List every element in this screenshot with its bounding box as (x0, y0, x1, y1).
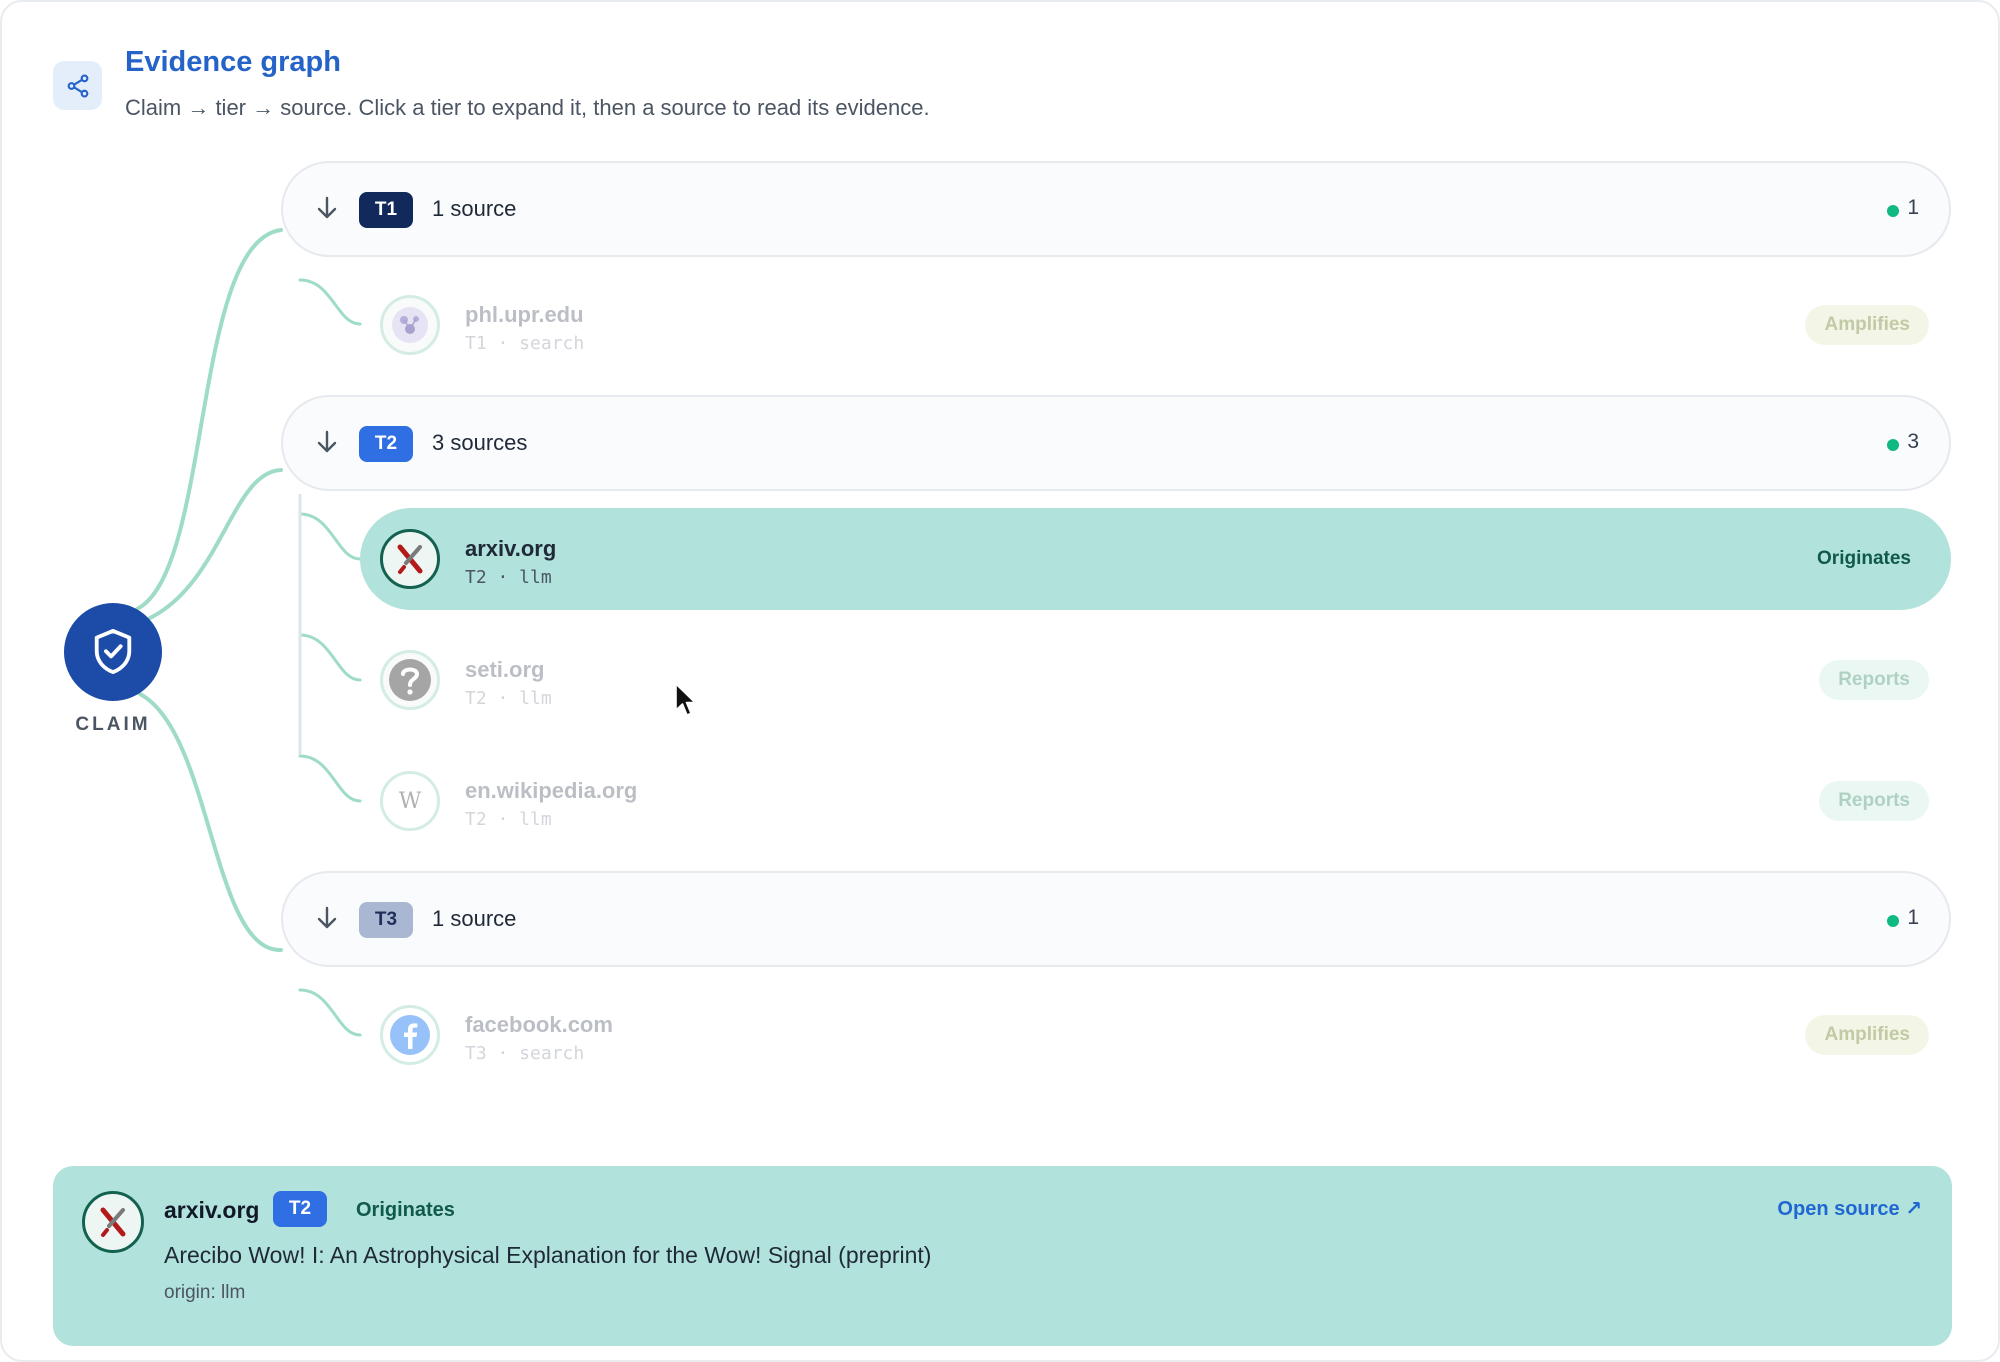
tier-badge: T2 (359, 426, 413, 462)
connector-t3-source (298, 988, 362, 1037)
connector-claim-t2 (148, 468, 283, 620)
status-dot (1887, 915, 1899, 927)
detail-origin: origin: llm (164, 1282, 246, 1303)
tier-source-count: 3 sources (432, 430, 528, 455)
arrow-down-icon (317, 906, 337, 929)
detail-role: Originates (356, 1199, 455, 1221)
tier-row-t3[interactable]: T3 1 source 1 (281, 871, 1951, 967)
connector-claim-t1 (135, 228, 283, 611)
source-row-facebook-com[interactable]: facebook.com T3 · search Amplifies (360, 984, 1951, 1086)
tier-row-t2[interactable]: T2 3 sources 3 (281, 395, 1951, 491)
arrow-down-icon (317, 430, 337, 453)
status-dot (1887, 205, 1899, 217)
source-domain: facebook.com (465, 1012, 613, 1037)
claim-label: CLAIM (75, 714, 151, 735)
source-meta: T3 · search (465, 1043, 585, 1064)
evidence-graph-card: Evidence graph Claim → tier → source. Cl… (0, 0, 2000, 1362)
source-row-seti-org[interactable]: seti.org T2 · llm Reports (360, 629, 1951, 731)
arxiv-icon (82, 1191, 144, 1253)
source-domain: phl.upr.edu (465, 302, 584, 327)
source-meta: T2 · llm (465, 567, 552, 588)
arrow-down-icon (317, 196, 337, 219)
mouse-cursor-icon (675, 683, 696, 716)
detail-tier-badge: T2 (273, 1191, 327, 1227)
source-meta: T1 · search (465, 333, 585, 354)
source-meta: T2 · llm (465, 809, 552, 830)
connector-t2-source-3 (298, 754, 362, 803)
wikipedia-icon: W (380, 771, 440, 831)
tier-row-t1[interactable]: T1 1 source 1 (281, 161, 1951, 257)
arxiv-icon (380, 529, 440, 589)
role-badge: Reports (1819, 781, 1929, 821)
source-row-phl-upr-edu[interactable]: phl.upr.edu T1 · search Amplifies (360, 274, 1951, 376)
phl-logo-icon (380, 295, 440, 355)
claim-node[interactable] (64, 603, 162, 701)
status-dot (1887, 439, 1899, 451)
source-domain: seti.org (465, 657, 545, 682)
open-source-link[interactable]: Open source ↗ (1777, 1196, 1922, 1221)
source-domain: arxiv.org (465, 536, 557, 561)
source-domain: en.wikipedia.org (465, 778, 638, 803)
detail-title: Arecibo Wow! I: An Astrophysical Explana… (164, 1242, 932, 1268)
tier-count-number: 1 (1907, 196, 1919, 219)
source-detail-panel: arxiv.org T2 Originates Arecibo Wow! I: … (53, 1166, 1952, 1346)
role-badge: Originates (1817, 548, 1911, 569)
shield-check-icon (94, 629, 132, 675)
connector-t2-source-1 (298, 512, 362, 561)
connector-t2-source-2 (298, 633, 362, 682)
facebook-icon (380, 1005, 440, 1065)
source-row-en-wikipedia-org[interactable]: W en.wikipedia.org T2 · llm Reports (360, 750, 1951, 852)
tier-badge: T3 (359, 902, 413, 938)
tier-source-count: 1 source (432, 196, 517, 221)
tier-count-number: 3 (1907, 430, 1919, 453)
role-badge: Reports (1819, 660, 1929, 700)
source-row-arxiv-org[interactable]: arxiv.org T2 · llm Originates (360, 508, 1951, 610)
connector-t1-source (298, 278, 362, 326)
role-badge: Amplifies (1805, 1015, 1929, 1055)
source-meta: T2 · llm (465, 688, 552, 709)
detail-domain: arxiv.org (164, 1197, 260, 1223)
tier-source-count: 1 source (432, 906, 517, 931)
tier-count-number: 1 (1907, 906, 1919, 929)
question-icon (380, 650, 440, 710)
role-badge: Amplifies (1805, 305, 1929, 345)
tier-badge: T1 (359, 192, 413, 228)
